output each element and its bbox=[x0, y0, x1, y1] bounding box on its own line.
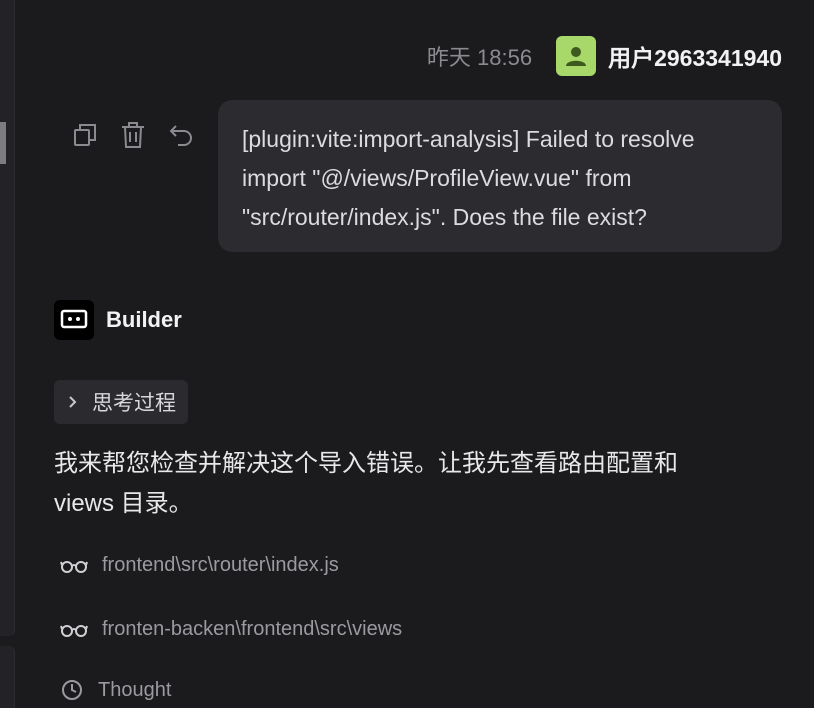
tool-read-file-router[interactable]: frontend\src\router\index.js bbox=[60, 554, 339, 577]
chat-window: 昨天 18:56 用户2963341940 [plugin:vite:impor… bbox=[0, 0, 814, 708]
trash-icon bbox=[122, 122, 144, 148]
chevron-right-icon bbox=[69, 396, 77, 408]
user-name: 用户2963341940 bbox=[608, 45, 782, 71]
user-message-header: 昨天 18:56 用户2963341940 bbox=[427, 36, 782, 76]
message-actions bbox=[72, 120, 194, 150]
builder-avatar bbox=[54, 300, 94, 340]
thinking-process-toggle[interactable]: 思考过程 bbox=[54, 380, 188, 424]
tool-path: fronten-backen\frontend\src\views bbox=[102, 618, 403, 640]
response-line-2: views 目录。 bbox=[54, 490, 193, 517]
response-line-1: 我来帮您检查并解决这个导入错误。让我先查看路由配置和 bbox=[54, 450, 678, 477]
copy-icon bbox=[74, 124, 96, 146]
thinking-process-label: 思考过程 bbox=[92, 392, 176, 415]
glasses-icon bbox=[60, 560, 88, 573]
panel-edge-marker bbox=[0, 122, 6, 164]
tool-path: Thought bbox=[98, 678, 172, 701]
user-icon bbox=[566, 47, 587, 66]
message-timestamp: 昨天 18:56 bbox=[426, 45, 533, 70]
clock-icon bbox=[62, 680, 82, 700]
assistant-name: Builder bbox=[106, 307, 182, 332]
copy-button[interactable] bbox=[72, 120, 98, 150]
tool-path: frontend\src\router\index.js bbox=[102, 554, 339, 576]
glasses-icon bbox=[60, 624, 88, 637]
bot-icon bbox=[60, 309, 88, 329]
assistant-header: Builder bbox=[54, 300, 182, 340]
delete-button[interactable] bbox=[120, 120, 146, 150]
tool-thought[interactable]: Thought bbox=[60, 678, 171, 702]
user-message-bubble: [plugin:vite:import-analysis] Failed to … bbox=[218, 100, 782, 252]
left-side-panel[interactable] bbox=[0, 0, 15, 636]
left-side-panel-bottom[interactable] bbox=[0, 646, 15, 708]
undo-button[interactable] bbox=[168, 120, 194, 150]
assistant-response: 我来帮您检查并解决这个导入错误。让我先查看路由配置和 views 目录。 bbox=[54, 444, 774, 524]
undo-icon bbox=[169, 125, 192, 146]
user-avatar[interactable] bbox=[556, 36, 597, 76]
tool-read-dir-views[interactable]: fronten-backen\frontend\src\views bbox=[60, 618, 402, 641]
